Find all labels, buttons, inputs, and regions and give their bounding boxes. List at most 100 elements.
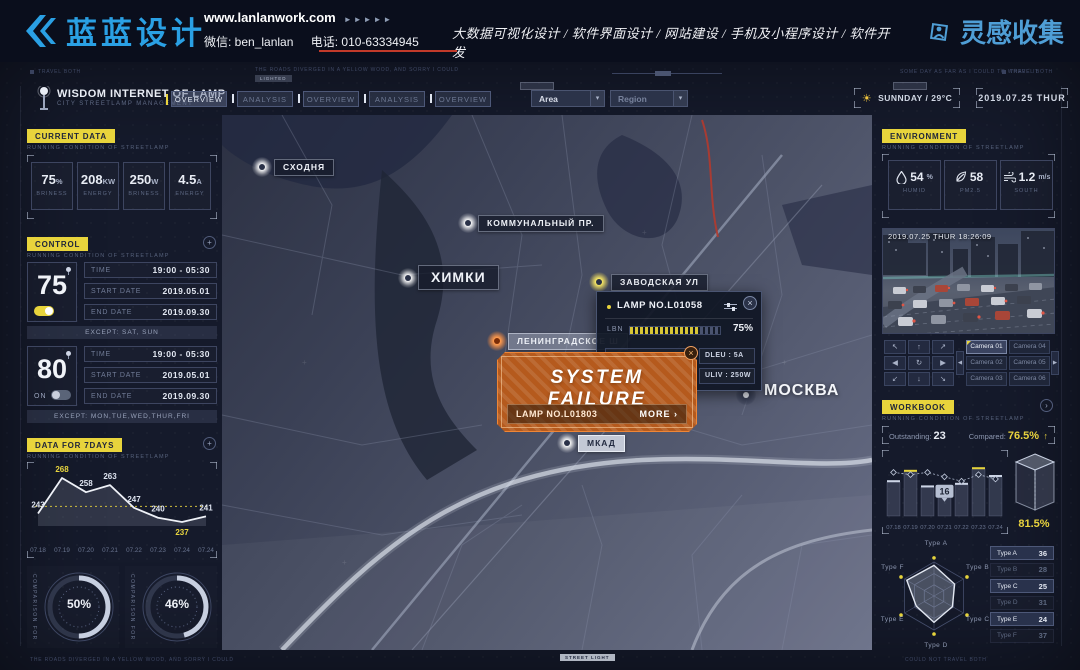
- close-icon[interactable]: ×: [743, 296, 757, 310]
- type-row-f[interactable]: Type F37: [990, 629, 1054, 643]
- svg-text:07.24: 07.24: [174, 547, 190, 554]
- lamp-pin-leningradskoe-failure[interactable]: [487, 331, 507, 351]
- right-edge-line: [1061, 86, 1062, 646]
- panel-subtitle: RUNNING CONDITION OF STREETLAMP: [27, 454, 170, 460]
- camera-05-button[interactable]: Camera 05: [1009, 356, 1050, 370]
- comparison-gauge-2: COMPARISON FOR 46%: [125, 566, 217, 648]
- chevron-right-icon: ›: [674, 409, 678, 419]
- tab-analysis-1[interactable]: ANALYSIS: [232, 91, 293, 107]
- pan-up-button[interactable]: ↑: [908, 340, 930, 354]
- lamp-pin-kommunalny[interactable]: [458, 213, 478, 233]
- start-date-row: START DATE2019.05.01: [84, 367, 217, 383]
- dimmer-level-value: 75: [28, 270, 76, 301]
- type-row-b[interactable]: Type B28: [990, 563, 1054, 577]
- rotate-button[interactable]: ↻: [908, 356, 930, 370]
- svg-text:+: +: [782, 358, 787, 367]
- type-row-c[interactable]: Type C25: [990, 579, 1054, 593]
- add-button[interactable]: +: [203, 236, 216, 249]
- camera-06-button[interactable]: Camera 06: [1009, 372, 1050, 386]
- workbook-chart-frame: 1607.1807.1907.2007.2107.2207.2307.24: [882, 450, 1008, 534]
- lamp-pin-skhodnya[interactable]: [252, 157, 272, 177]
- type-row-a[interactable]: Type A36: [990, 546, 1054, 560]
- type-row-e[interactable]: Type E24: [990, 612, 1054, 626]
- camera-prev-button[interactable]: ◀: [956, 351, 964, 375]
- stat-briness-pct: 75% BRINESS: [31, 162, 73, 210]
- close-icon[interactable]: ×: [684, 346, 698, 360]
- website-link[interactable]: www.lanlanwork.com: [204, 10, 336, 25]
- stat-energy-kw: 208KW ENERGY: [77, 162, 119, 210]
- env-wind: 1.2m/s SOUTH: [1000, 160, 1053, 210]
- map-label-khimki[interactable]: ХИМКИ: [418, 265, 499, 290]
- svg-text:07.18: 07.18: [30, 547, 46, 554]
- brightness-fill: [630, 327, 698, 334]
- dimmer-level-value: 80: [28, 354, 76, 385]
- end-date-row: END DATE2019.09.30: [84, 388, 217, 404]
- region-select-value: Region: [611, 94, 673, 104]
- type-radar: Type A Type B Type C Type D Type E Type …: [878, 540, 990, 650]
- left-edge-line: [20, 86, 21, 646]
- lamp-pin-mkad[interactable]: [557, 433, 577, 453]
- brightness-bar[interactable]: [629, 326, 721, 335]
- region-select[interactable]: Region ▾: [610, 90, 688, 107]
- camera-02-button[interactable]: Camera 02: [966, 356, 1007, 370]
- add-button[interactable]: +: [203, 437, 216, 450]
- svg-text:07.19: 07.19: [54, 547, 70, 554]
- wechat-contact: 微信: ben_lanlan: [204, 35, 293, 49]
- arrows-icon: ►►►►►: [344, 15, 394, 24]
- pan-upleft-button[interactable]: ↖: [884, 340, 906, 354]
- lamp-pin-khimki[interactable]: [398, 268, 418, 288]
- tab-analysis-2[interactable]: ANALYSIS: [364, 91, 425, 107]
- camera-01-button[interactable]: Camera 01: [966, 340, 1007, 354]
- end-date-row: END DATE2019.09.30: [84, 304, 217, 320]
- radar-axis-f: Type F: [864, 564, 904, 571]
- pan-upright-button[interactable]: ↗: [932, 340, 954, 354]
- svg-text:07.21: 07.21: [102, 547, 118, 554]
- decor-slider-handle[interactable]: [655, 71, 671, 76]
- decor-text: THE ROADS DIVERGED IN A YELLOW WOOD, AND…: [30, 657, 234, 663]
- pan-downleft-button[interactable]: ↙: [884, 372, 906, 386]
- gauge-value: 46%: [139, 566, 215, 642]
- type-row-d[interactable]: Type D31: [990, 596, 1054, 610]
- map-label-zavodskaya[interactable]: ЗАВОДСКАЯ УЛ: [611, 274, 708, 291]
- time-row: TIME19:00 - 05:30: [84, 262, 217, 278]
- camera-04-button[interactable]: Camera 04: [1009, 340, 1050, 354]
- pan-down-button[interactable]: ↓: [908, 372, 930, 386]
- lanlan-logo-icon: [20, 9, 64, 53]
- area-select[interactable]: Area ▾: [531, 90, 605, 107]
- inspiration-collect[interactable]: 灵感收集: [926, 13, 1064, 50]
- map-label-skhodnya[interactable]: СХОДНЯ: [274, 159, 334, 176]
- camera-feed[interactable]: [882, 228, 1055, 334]
- map-label-mkad[interactable]: МКАД: [578, 435, 625, 452]
- pan-left-button[interactable]: ◀: [884, 356, 906, 370]
- decor-text: THE ROADS DIVERGED IN A YELLOW WOOD, AND…: [255, 67, 459, 73]
- tab-overview-2[interactable]: OVERVIEW: [298, 91, 359, 107]
- stat-energy-a: 4.5A ENERGY: [169, 162, 211, 210]
- status-dot: [607, 305, 611, 309]
- svg-text:07.22: 07.22: [954, 525, 969, 531]
- camera-next-button[interactable]: ▶: [1051, 351, 1059, 375]
- decor-text: COULD NOT TRAVEL BOTH: [905, 657, 987, 663]
- pan-right-button[interactable]: ▶: [932, 356, 954, 370]
- svg-text:07.21: 07.21: [937, 525, 952, 531]
- pan-downright-button[interactable]: ↘: [932, 372, 954, 386]
- more-button[interactable]: MORE ›: [639, 409, 678, 419]
- lamp-pin-zavodskaya-alert[interactable]: [589, 272, 609, 292]
- tab-tick: [364, 94, 366, 103]
- sliders-icon[interactable]: [724, 303, 737, 311]
- svg-text:07.18: 07.18: [886, 525, 901, 531]
- tab-overview-3[interactable]: OVERVIEW: [430, 91, 491, 107]
- svg-text:07.23: 07.23: [971, 525, 986, 531]
- expand-button[interactable]: ›: [1040, 399, 1053, 412]
- power-toggle[interactable]: [51, 390, 71, 400]
- tab-tick: [166, 94, 168, 105]
- time-row: TIME19:00 - 05:30: [84, 346, 217, 362]
- map-label-kommunalny[interactable]: КОММУНАЛЬНЫЙ ПР.: [478, 215, 604, 232]
- tab-overview-1[interactable]: OVERVIEW: [166, 91, 227, 107]
- map-label-moskva[interactable]: МОСКВА: [756, 383, 847, 400]
- power-toggle[interactable]: [34, 306, 54, 316]
- panel-title-workbook: WORKBOOK: [882, 400, 954, 414]
- camera-03-button[interactable]: Camera 03: [966, 372, 1007, 386]
- gauge-label: COMPARISON FOR: [129, 574, 135, 641]
- sun-icon: ☀: [862, 92, 872, 105]
- comparison-gauge-1: COMPARISON FOR 50%: [27, 566, 119, 648]
